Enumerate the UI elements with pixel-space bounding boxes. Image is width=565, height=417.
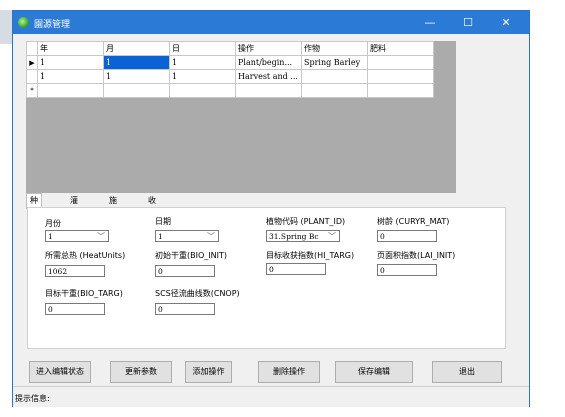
cnop-input[interactable]: 0: [155, 303, 215, 315]
column-header-year[interactable]: 年: [37, 41, 104, 56]
chevron-down-icon: ﹀: [328, 232, 336, 241]
bio-init-input[interactable]: 0: [155, 265, 215, 277]
column-header-operation[interactable]: 操作: [235, 41, 302, 56]
window-title: 園源管理: [34, 20, 71, 30]
delete-operation-button[interactable]: 删除操作: [258, 361, 320, 383]
table-row[interactable]: 1 1 1 Harvest and ...: [26, 69, 434, 84]
table-cell[interactable]: 1: [37, 69, 104, 84]
lai-init-label: 页面积指数(LAI_INIT): [377, 251, 456, 260]
table-cell[interactable]: [235, 83, 302, 98]
save-edit-button[interactable]: 保存编辑: [335, 361, 413, 383]
hi-targ-input[interactable]: 0: [266, 263, 326, 275]
chevron-down-icon: ﹀: [207, 232, 215, 241]
table-cell[interactable]: [367, 69, 434, 84]
plant-id-label: 植物代码 (PLANT_ID): [266, 217, 346, 226]
grid-header-row: 年 月 日 操作 作物 肥料: [26, 41, 434, 56]
tab-irrigation[interactable]: 灌溉操作: [67, 194, 81, 244]
new-row-icon[interactable]: *: [26, 83, 38, 98]
tab-fertilization[interactable]: 施肥操作: [106, 194, 120, 244]
chevron-down-icon: ﹀: [97, 232, 105, 241]
status-bar: 提示信息: ⋰: [13, 386, 529, 407]
planting-panel: 月份 1 ﹀ 日期 1 ﹀ 植物代码 (PLANT_ID) 31.Spring …: [27, 207, 506, 349]
cnop-label: SCS径流曲线数(CNOP): [155, 289, 240, 298]
app-window: 園源管理 — ☐ ✕ 年 月 日 操作 作物 肥料 ▶ 1 1 1 Plant/…: [12, 10, 530, 407]
table-cell[interactable]: [301, 69, 368, 84]
table-cell[interactable]: 1: [37, 55, 104, 70]
maximize-button[interactable]: ☐: [450, 11, 486, 34]
exit-button[interactable]: 退出: [432, 361, 502, 383]
left-edge-strip: [0, 10, 12, 44]
table-cell[interactable]: [367, 55, 434, 70]
update-params-button[interactable]: 更新参数: [110, 361, 172, 383]
heat-units-input[interactable]: 1062: [45, 265, 105, 277]
heat-units-label: 所需总热 (HeatUnits): [45, 251, 126, 260]
table-cell[interactable]: 1: [169, 69, 236, 84]
table-cell[interactable]: Plant/begin...: [235, 55, 302, 70]
lai-init-input[interactable]: 0: [377, 264, 437, 276]
table-new-row[interactable]: *: [26, 83, 434, 98]
row-selector[interactable]: [26, 69, 38, 84]
column-header-month[interactable]: 月: [103, 41, 170, 56]
column-header-day[interactable]: 日: [169, 41, 236, 56]
table-row[interactable]: ▶ 1 1 1 Plant/begin... Spring Barley: [26, 55, 434, 70]
table-cell[interactable]: [169, 83, 236, 98]
curyr-label: 树龄 (CURYR_MAT): [377, 217, 450, 226]
close-button[interactable]: ✕: [488, 11, 524, 34]
bio-init-label: 初始干重(BIO_INIT): [155, 251, 227, 260]
app-icon: [18, 17, 29, 28]
minimize-button[interactable]: —: [412, 11, 448, 34]
row-selector-icon[interactable]: ▶: [26, 55, 38, 70]
month-value: 1: [48, 232, 53, 241]
operations-grid[interactable]: 年 月 日 操作 作物 肥料 ▶ 1 1 1 Plant/begin... Sp…: [26, 41, 456, 193]
title-bar[interactable]: 園源管理 — ☐ ✕: [13, 11, 529, 34]
curyr-input[interactable]: 0: [377, 230, 437, 242]
bio-targ-label: 目标干重(BIO_TARG): [45, 289, 123, 298]
day-label: 日期: [155, 217, 171, 226]
day-value: 1: [158, 232, 163, 241]
table-cell[interactable]: [103, 83, 170, 98]
table-cell[interactable]: 1: [169, 55, 236, 70]
table-cell[interactable]: [301, 83, 368, 98]
table-cell[interactable]: 1: [103, 69, 170, 84]
column-header-fertilizer[interactable]: 肥料: [367, 41, 434, 56]
month-label: 月份: [45, 219, 61, 228]
add-operation-button[interactable]: 添加操作: [185, 361, 232, 383]
resize-grip-icon[interactable]: ⋰: [15, 393, 526, 404]
plant-id-select[interactable]: 31.Spring Bc ﹀: [266, 230, 340, 242]
grid-corner: [26, 41, 38, 56]
plant-id-value: 31.Spring Bc: [269, 232, 319, 241]
table-cell[interactable]: Harvest and ...: [235, 69, 302, 84]
table-cell[interactable]: 1: [103, 55, 170, 70]
column-header-crop[interactable]: 作物: [301, 41, 368, 56]
day-select[interactable]: 1 ﹀: [155, 230, 219, 242]
tab-harvest[interactable]: 收割操作: [145, 194, 159, 244]
bio-targ-input[interactable]: 0: [45, 303, 105, 315]
hi-targ-label: 目标收获指数(HI_TARG): [266, 251, 355, 260]
table-cell[interactable]: [37, 83, 104, 98]
month-select[interactable]: 1 ﹀: [45, 230, 109, 242]
enter-edit-button[interactable]: 进入编辑状态: [29, 361, 91, 383]
table-cell[interactable]: [367, 83, 434, 98]
table-cell[interactable]: Spring Barley: [301, 55, 368, 70]
